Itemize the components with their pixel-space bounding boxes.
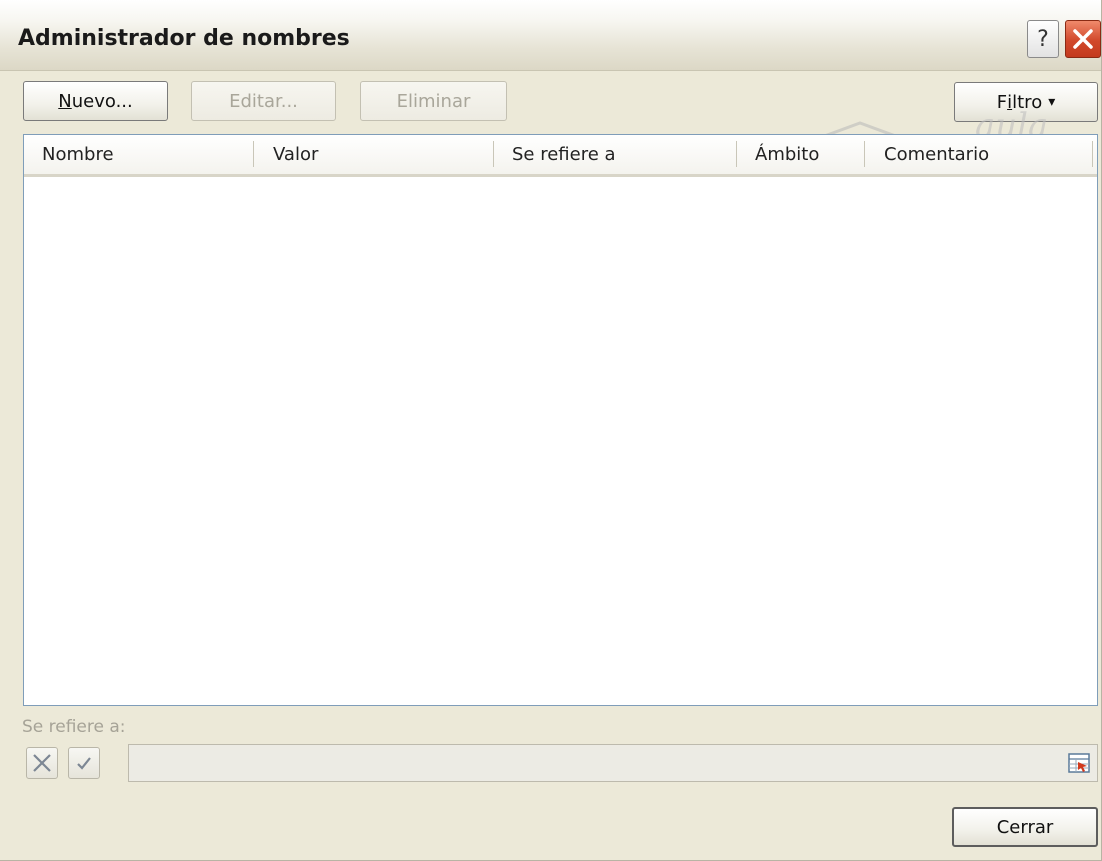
column-header-name-label: Nombre: [42, 144, 114, 165]
column-header-refers-to-label: Se refiere a: [512, 144, 616, 165]
column-divider[interactable]: [736, 141, 737, 167]
collapse-dialog-button[interactable]: [1065, 749, 1093, 777]
column-divider[interactable]: [1092, 141, 1093, 167]
column-header-name[interactable]: Nombre: [42, 135, 252, 174]
delete-button-label: Eliminar: [396, 90, 471, 112]
column-header-comment-label: Comentario: [884, 144, 990, 165]
delete-button[interactable]: Eliminar: [360, 81, 507, 121]
cerrar-button[interactable]: Cerrar: [952, 807, 1098, 847]
cerrar-button-label: Cerrar: [996, 816, 1054, 838]
column-header-value-label: Valor: [273, 144, 319, 165]
column-header-comment[interactable]: Comentario: [884, 135, 1084, 174]
dialog-title: Administrador de nombres: [18, 26, 350, 51]
edit-button-label: Editar...: [229, 90, 298, 112]
help-button[interactable]: ?: [1027, 20, 1059, 58]
refers-to-label: Se refiere a:: [22, 717, 126, 737]
new-button-label: uevo...: [71, 90, 133, 112]
close-button[interactable]: [1065, 20, 1101, 58]
column-header-value[interactable]: Valor: [273, 135, 488, 174]
column-header-refers-to[interactable]: Se refiere a: [512, 135, 732, 174]
column-header-scope-label: Ámbito: [755, 144, 820, 165]
new-button-mnemonic: N: [58, 90, 72, 112]
name-manager-dialog: Administrador de nombres ? Nuevo... Edit…: [0, 0, 1102, 861]
question-mark-icon: ?: [1037, 26, 1049, 52]
close-x-icon: [1073, 29, 1093, 49]
title-bar[interactable]: Administrador de nombres ?: [0, 0, 1101, 71]
confirm-edit-button[interactable]: [68, 747, 100, 779]
filter-label-pre: F: [996, 91, 1008, 113]
names-list[interactable]: Nombre Valor Se refiere a Ámbito Comenta…: [23, 134, 1098, 706]
column-header-scope[interactable]: Ámbito: [755, 135, 855, 174]
column-divider[interactable]: [493, 141, 494, 167]
collapse-dialog-icon: [1068, 753, 1090, 773]
edit-button[interactable]: Editar...: [191, 81, 336, 121]
filter-label-post: ltro: [1012, 91, 1043, 113]
list-header: Nombre Valor Se refiere a Ámbito Comenta…: [24, 135, 1097, 177]
column-divider[interactable]: [253, 141, 254, 167]
checkmark-icon: [77, 757, 91, 770]
cancel-x-icon: [33, 754, 51, 772]
filter-button[interactable]: Fi ltro ▾: [954, 82, 1098, 122]
chevron-down-icon: ▾: [1048, 94, 1056, 110]
new-button[interactable]: Nuevo...: [23, 81, 168, 121]
cancel-edit-button[interactable]: [26, 747, 58, 779]
column-divider[interactable]: [864, 141, 865, 167]
refers-to-input[interactable]: [128, 744, 1098, 782]
